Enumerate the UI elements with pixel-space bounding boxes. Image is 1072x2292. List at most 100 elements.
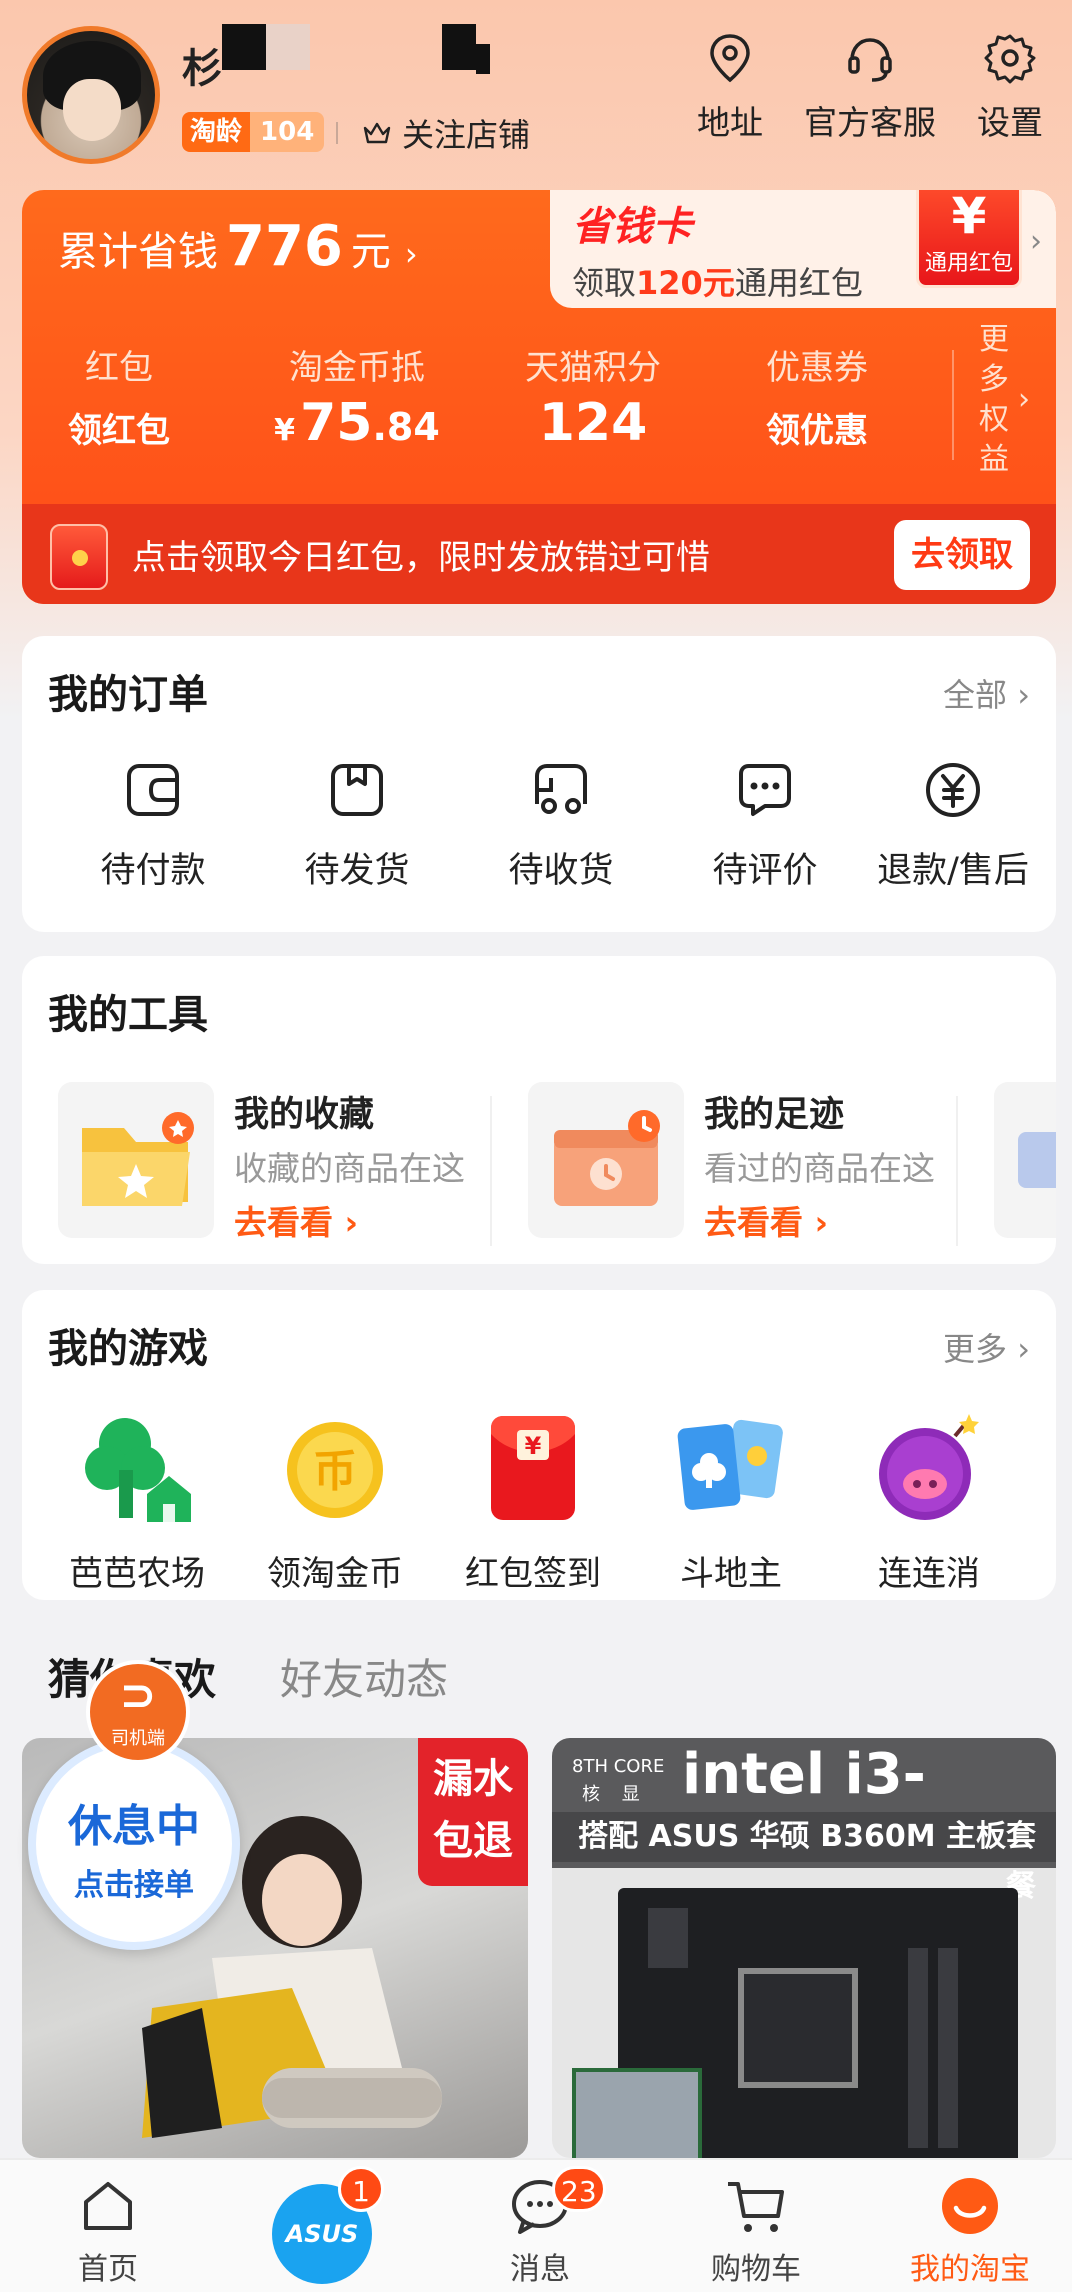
svg-text:¥: ¥	[525, 1432, 542, 1460]
avatar[interactable]	[22, 26, 160, 164]
customer-service-button[interactable]: 官方客服	[800, 30, 940, 144]
daily-red-packet-bar[interactable]: 点击领取今日红包，限时发放错过可惜 去领取	[22, 504, 1056, 604]
order-pending-review[interactable]: 待评价	[670, 760, 860, 893]
taobao-face-icon	[942, 2178, 998, 2234]
chevron-right-icon: ›	[1018, 382, 1030, 417]
game-gold-coin[interactable]: 币 领淘金币	[240, 1410, 430, 1595]
redaction-block	[266, 24, 310, 70]
playing-cards-icon	[671, 1410, 791, 1530]
order-label: 待评价	[712, 851, 818, 891]
address-label: 地址	[697, 103, 763, 142]
product-card-intel-bundle[interactable]: 8TH CORE 核 显 intel i3-8100 搭配 ASUS 华硕 B3…	[552, 1738, 1056, 2158]
asset-value: 领红包	[68, 411, 170, 451]
tool-go-link[interactable]: 去看看 ›	[704, 1196, 828, 1244]
gear-icon	[984, 34, 1036, 84]
order-refund-aftersale[interactable]: 退款/售后	[858, 760, 1048, 893]
nav-label: 我的淘宝	[910, 2252, 1030, 2287]
order-pending-payment[interactable]: 待付款	[58, 760, 248, 893]
package-icon	[331, 764, 383, 816]
savings-total[interactable]: 累计省钱 776 元 ›	[58, 214, 418, 279]
home-icon	[84, 2182, 132, 2230]
redaction-block	[442, 24, 476, 70]
taoling-badge[interactable]: 淘龄 104	[182, 112, 325, 152]
savings-prefix: 累计省钱	[58, 229, 218, 275]
taoling-label: 淘龄	[182, 112, 251, 152]
tool-next-card[interactable]	[994, 1082, 1056, 1238]
profile-header: 杉 淘龄 104 关注店铺 地址 官方客服 设置	[0, 0, 1072, 180]
promo-subtitle-pre: 领取	[572, 264, 637, 302]
claim-button[interactable]: 去领取	[894, 520, 1030, 590]
driver-logo-icon: ⊃	[119, 1670, 157, 1721]
red-envelope-icon	[50, 524, 108, 590]
bottom-navigation: 首页 消息 购物车 我的淘宝	[0, 2158, 1072, 2292]
asset-value: 124	[538, 393, 648, 453]
cart-icon	[728, 2182, 784, 2232]
tool-go-link[interactable]: 去看看 ›	[234, 1196, 358, 1244]
tool-history[interactable]: 我的足迹 看过的商品在这 去看看 ›	[528, 1082, 968, 1242]
tools-panel: 我的工具 我的收藏 收藏的商品在这 去看看 › 我的足迹 看过的商品在这 去看看…	[22, 956, 1056, 1264]
yen-icon: ¥	[951, 190, 987, 245]
asset-taojinbi[interactable]: 淘金币抵 ¥ 75.84	[242, 340, 472, 453]
red-packet-text: 点击领取今日红包，限时发放错过可惜	[132, 538, 710, 578]
nav-label: 首页	[78, 2252, 138, 2287]
asset-tmall-points[interactable]: 天猫积分 124	[488, 340, 698, 453]
tab-friend-activity[interactable]: 好友动态	[280, 1646, 448, 1707]
money-saving-card-promo[interactable]: 省钱卡 领取120元通用红包 ¥ 通用红包 ›	[550, 190, 1056, 308]
headset-icon	[848, 38, 892, 82]
nav-label: 消息	[510, 2252, 570, 2287]
game-label: 红包签到	[465, 1554, 601, 1594]
more-games-link[interactable]: 更多 ›	[943, 1324, 1030, 1370]
svg-text:币: 币	[313, 1446, 357, 1497]
savings-unit: 元	[350, 229, 391, 275]
driver-app-icon[interactable]: ⊃ 司机端	[86, 1660, 190, 1764]
savings-card: 累计省钱 776 元 › 省钱卡 领取120元通用红包 ¥ 通用红包 › 红包 …	[22, 190, 1056, 604]
settings-button[interactable]: 设置	[940, 30, 1072, 144]
tree-farm-icon	[77, 1410, 197, 1530]
game-red-packet-signin[interactable]: ¥ 红包签到	[438, 1410, 628, 1595]
promo-title: 省钱卡	[572, 204, 692, 250]
wallet-icon	[127, 764, 179, 816]
game-label: 领淘金币	[267, 1554, 403, 1594]
savings-amount: 776	[226, 214, 343, 279]
yen-circle-icon	[926, 763, 980, 817]
nav-my-taobao[interactable]: 我的淘宝	[880, 2174, 1060, 2288]
game-baba-farm[interactable]: 芭芭农场	[42, 1410, 232, 1595]
more-rights-link[interactable]: 更 多 权 益	[974, 320, 1014, 480]
driver-status-bubble[interactable]: 休息中 点击接单	[28, 1738, 240, 1950]
redaction-block	[476, 44, 490, 74]
orders-title: 我的订单	[48, 672, 208, 718]
follow-shops-link[interactable]: 关注店铺	[336, 110, 530, 156]
nav-cart[interactable]: 购物车	[666, 2174, 846, 2288]
promo-subtitle-amount: 120元	[636, 264, 735, 302]
asset-coupons[interactable]: 优惠券 领优惠	[712, 340, 922, 452]
tools-title: 我的工具	[48, 992, 208, 1038]
order-pending-receipt[interactable]: 待收货	[466, 760, 656, 893]
nav-home[interactable]: 首页	[18, 2174, 198, 2288]
favorites-folder-icon	[58, 1082, 214, 1238]
user-name[interactable]: 杉	[182, 36, 222, 94]
games-title: 我的游戏	[48, 1326, 208, 1372]
promo-subtitle-post: 通用红包	[734, 264, 863, 302]
orders-panel: 我的订单 全部 › 待付款 待发货 待收货 待评价 退款/售后	[22, 636, 1056, 932]
taoling-value: 104	[250, 112, 325, 152]
asset-red-packet[interactable]: 红包 领红包	[22, 340, 224, 452]
chevron-right-icon: ›	[1030, 224, 1042, 259]
game-lianlianxiao[interactable]: 连连消	[834, 1410, 1024, 1595]
asset-value: 领优惠	[766, 411, 868, 451]
address-button[interactable]: 地址	[660, 30, 800, 144]
asset-label: 天猫积分	[525, 348, 661, 388]
core-line2: 核 显	[582, 1784, 648, 1805]
customer-service-label: 官方客服	[804, 103, 936, 142]
divider	[952, 350, 954, 460]
order-label: 退款/售后	[877, 851, 1029, 891]
order-pending-shipment[interactable]: 待发货	[262, 760, 452, 893]
tool-subtitle: 收藏的商品在这	[234, 1149, 465, 1188]
divider	[490, 1096, 492, 1246]
game-doudizhu[interactable]: 斗地主	[636, 1410, 826, 1595]
notification-badge: 1	[338, 2166, 384, 2212]
asset-label: 红包	[85, 348, 153, 388]
tool-favorites[interactable]: 我的收藏 收藏的商品在这 去看看 ›	[58, 1082, 498, 1242]
all-orders-link[interactable]: 全部 ›	[943, 670, 1030, 716]
accept-order-link: 点击接单	[74, 1868, 194, 1903]
tool-icon	[1018, 1132, 1056, 1188]
